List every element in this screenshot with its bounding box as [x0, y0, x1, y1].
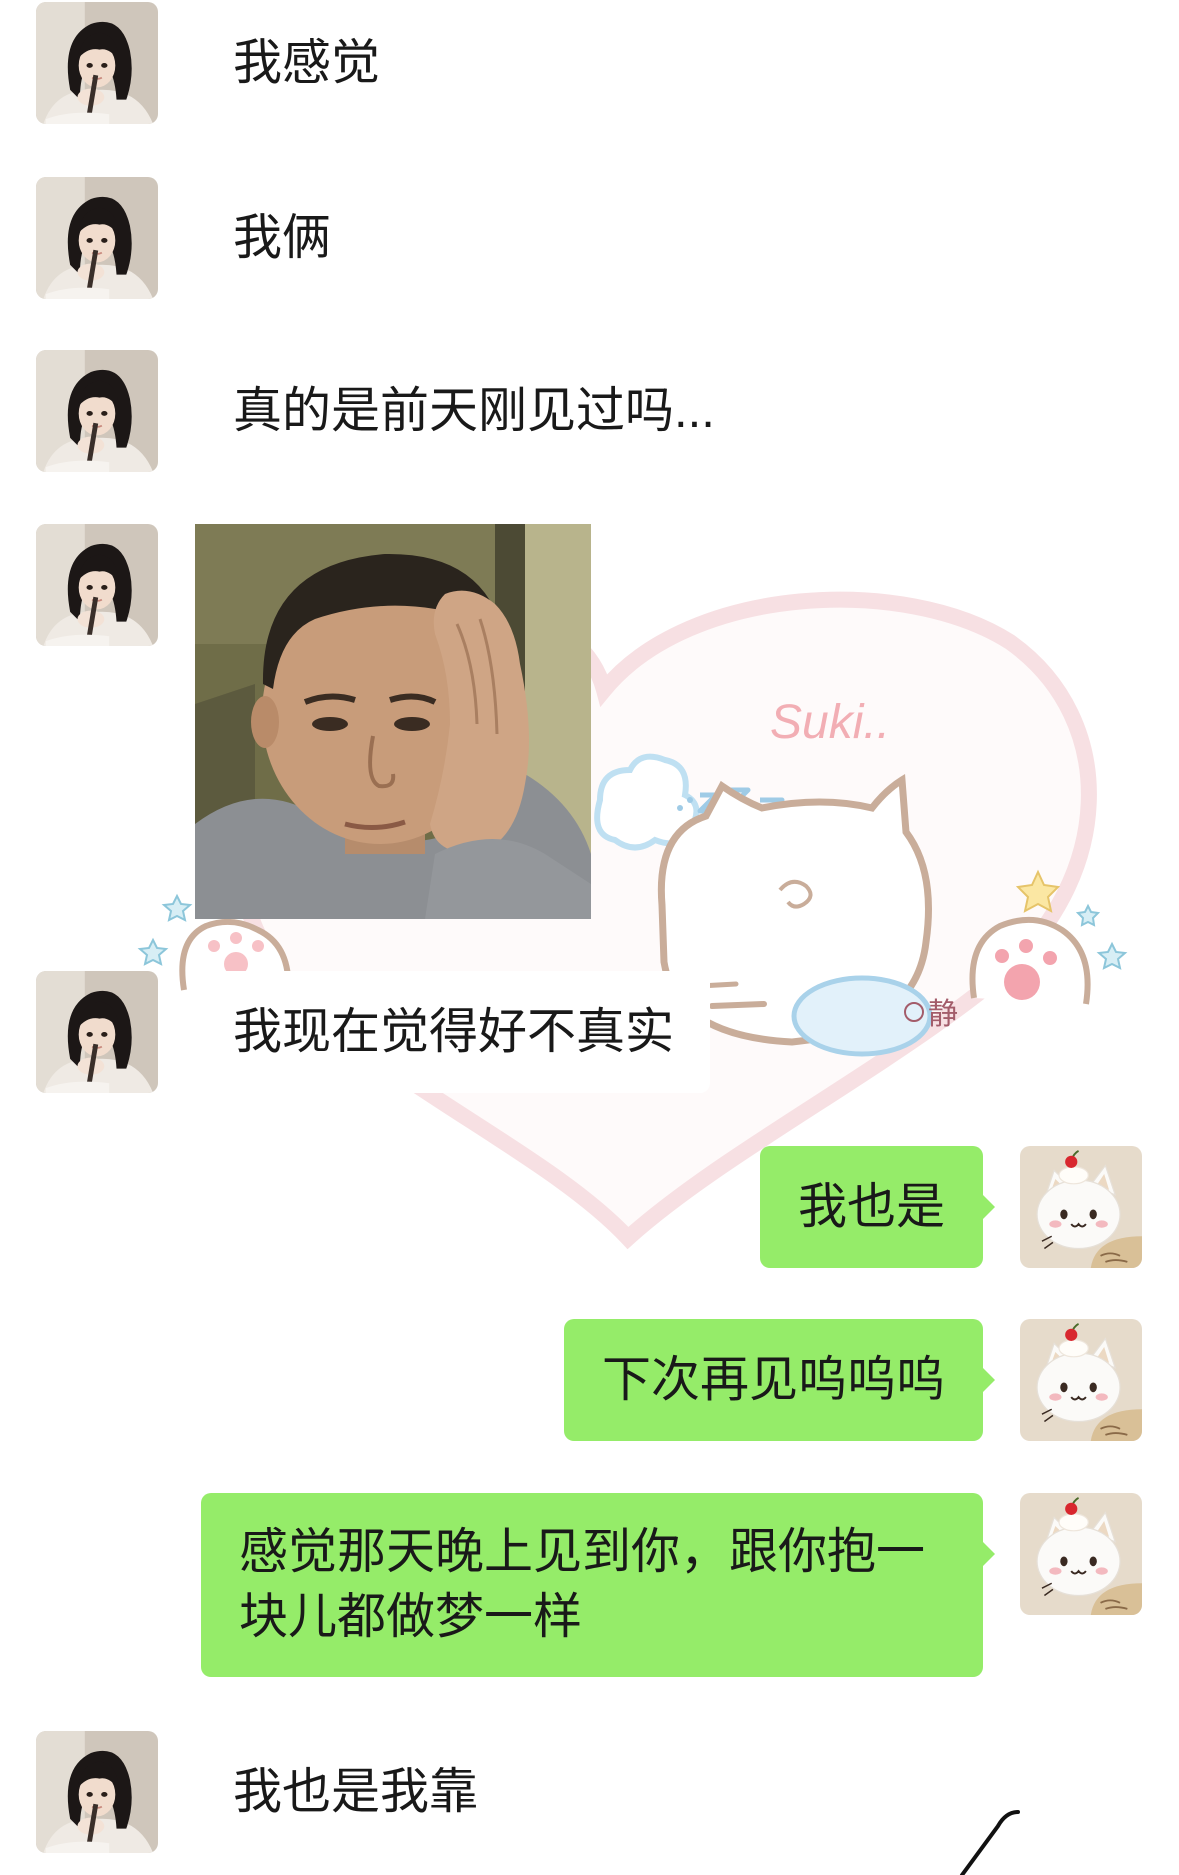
handwritten-stroke [960, 1810, 1020, 1875]
my-avatar[interactable] [1020, 1319, 1142, 1441]
girl-avatar-icon [36, 524, 158, 646]
message-text: 感觉那天晚上见到你，跟你抱一块儿都做梦一样 [239, 1525, 926, 1644]
outgoing-message-bubble[interactable]: 下次再见呜呜呜 [563, 1319, 996, 1441]
outgoing-message-bubble[interactable]: 感觉那天晚上见到你，跟你抱一块儿都做梦一样 [201, 1493, 995, 1677]
incoming-message-bubble[interactable]: 真的是前天刚见过吗... [179, 350, 751, 472]
photo-message[interactable] [195, 524, 591, 919]
incoming-message-bubble[interactable]: 我也是我靠 [178, 1731, 515, 1853]
cat-avatar-icon [1020, 1493, 1142, 1615]
jing-lettering: 静 [928, 998, 958, 1031]
girl-avatar-icon [36, 350, 158, 472]
girl-avatar-icon [36, 971, 158, 1093]
my-avatar[interactable] [1020, 1493, 1142, 1615]
contact-avatar[interactable] [36, 971, 158, 1093]
incoming-message-bubble[interactable]: 我现在觉得好不真实 [178, 971, 711, 1093]
contact-avatar[interactable] [36, 524, 158, 646]
message-text: 我也是我靠 [233, 1765, 479, 1819]
mask-doodle [791, 975, 933, 1057]
message-text: 我感觉 [233, 36, 381, 90]
incoming-message-bubble[interactable]: 我感觉 [178, 2, 417, 124]
contact-avatar[interactable] [36, 177, 158, 299]
outgoing-message-bubble[interactable]: 我也是 [759, 1146, 996, 1268]
contact-avatar[interactable] [36, 1731, 158, 1853]
message-text: 我现在觉得好不真实 [233, 1005, 675, 1059]
suki-lettering: Suki.. [770, 696, 890, 749]
message-text: 我俩 [233, 211, 332, 265]
girl-avatar-icon [36, 2, 158, 124]
cat-avatar-icon [1020, 1146, 1142, 1268]
message-text: 真的是前天刚见过吗... [233, 384, 715, 438]
cat-avatar-icon [1020, 1319, 1142, 1441]
contact-avatar[interactable] [36, 350, 158, 472]
girl-avatar-icon [36, 177, 158, 299]
message-text: 我也是 [797, 1180, 945, 1234]
contact-avatar[interactable] [36, 2, 158, 124]
right-paw-doodle [969, 916, 1091, 1005]
incoming-message-bubble[interactable]: 我俩 [178, 177, 368, 299]
girl-avatar-icon [36, 1731, 158, 1853]
photo-image [195, 524, 591, 919]
message-text: 下次再见呜呜呜 [601, 1353, 945, 1407]
my-avatar[interactable] [1020, 1146, 1142, 1268]
